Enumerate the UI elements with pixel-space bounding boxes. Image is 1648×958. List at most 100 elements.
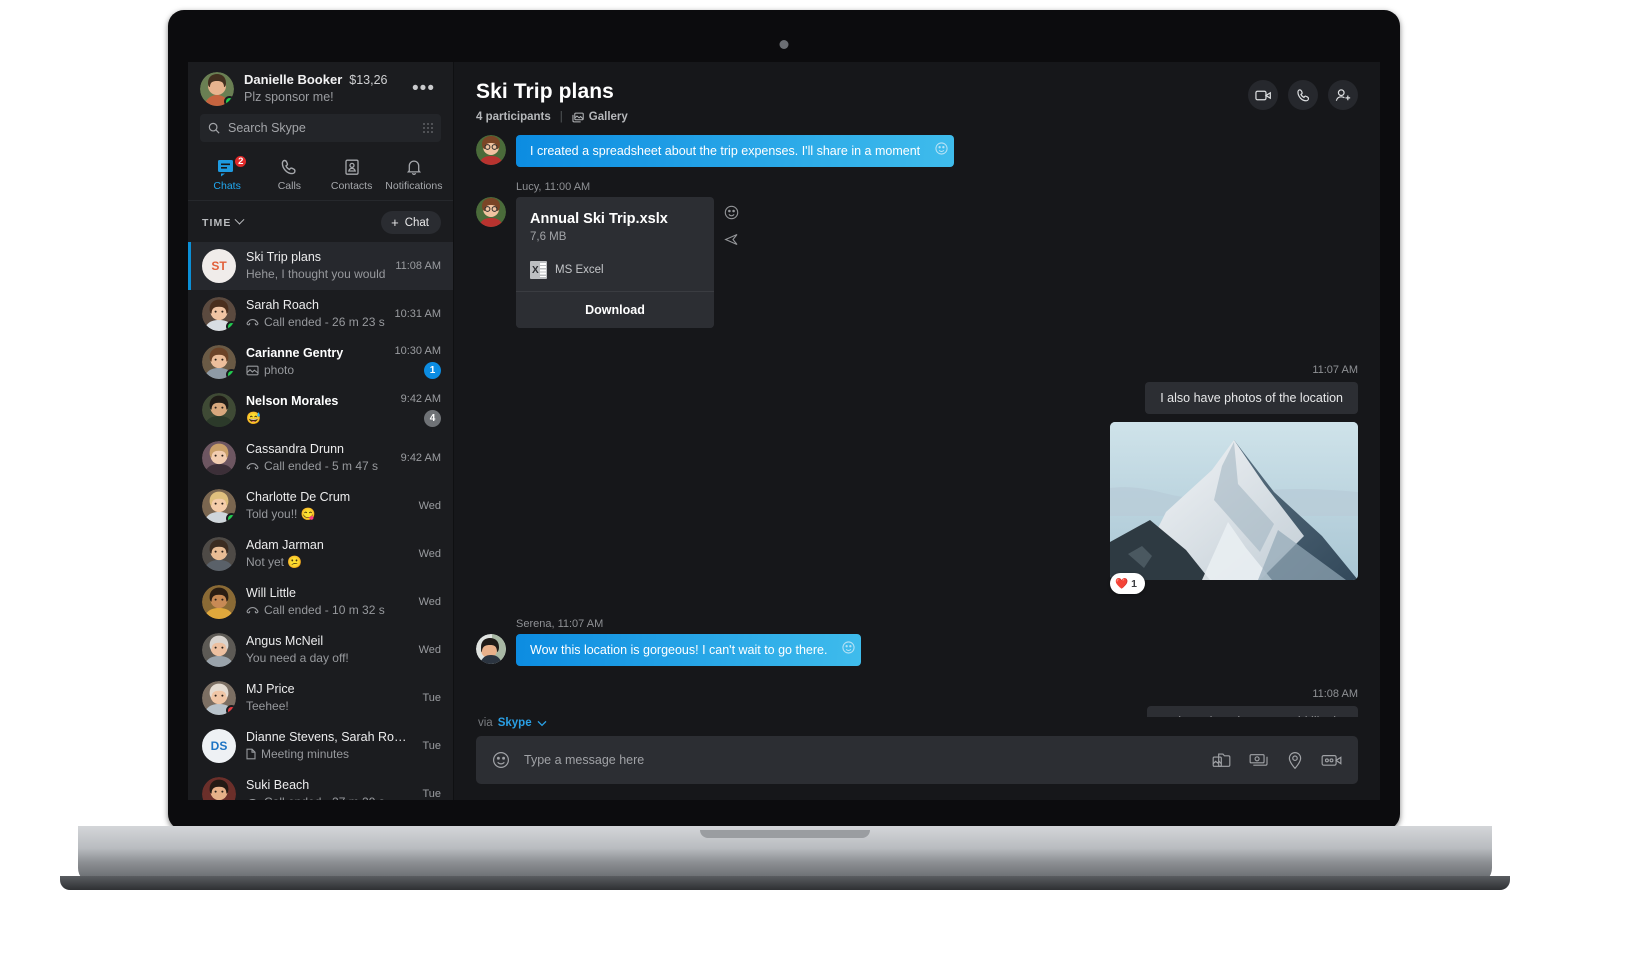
avatar bbox=[202, 441, 236, 475]
message-input[interactable]: Type a message here bbox=[476, 736, 1358, 784]
chat-item-name: Adam Jarman bbox=[246, 538, 324, 553]
tab-contacts[interactable]: Contacts bbox=[321, 152, 383, 200]
avatar bbox=[202, 777, 236, 800]
chat-list-item[interactable]: DS Dianne Stevens, Sarah Roach Meeting min… bbox=[188, 722, 453, 770]
contacts-icon bbox=[321, 158, 383, 178]
conversation-header: Ski Trip plans 4 participants | Gallery bbox=[454, 62, 1380, 133]
unread-badge: 4 bbox=[424, 410, 441, 427]
chat-item-meta: 10:30 AM 1 bbox=[395, 345, 441, 379]
message-bubble[interactable]: I also have photos of the location bbox=[1145, 382, 1358, 414]
chat-item-name: Suki Beach bbox=[246, 778, 310, 793]
chat-list-item[interactable]: Cassandra Drunn Call ended - 5 m 47 s 9:42… bbox=[188, 434, 453, 482]
tab-calls[interactable]: Calls bbox=[258, 152, 320, 200]
file-attachment-card[interactable]: Annual Ski Trip.xslx 7,6 MB X MS Excel D… bbox=[516, 197, 714, 328]
tab-chats[interactable]: 2 Chats bbox=[196, 152, 258, 200]
message-bubble[interactable]: Wow this location is gorgeous! I can't w… bbox=[516, 634, 862, 666]
search-placeholder: Search Skype bbox=[228, 121, 306, 135]
chat-list-item[interactable]: ST Ski Trip plans Hehe, I thought you woul… bbox=[188, 242, 453, 290]
chat-item-time: Tue bbox=[422, 692, 441, 704]
add-people-button[interactable] bbox=[1328, 80, 1358, 110]
chat-item-name: Dianne Stevens, Sarah Roach bbox=[246, 730, 413, 745]
chat-list-item[interactable]: MJ Price Teehee! Tue bbox=[188, 674, 453, 722]
more-options-button[interactable]: ••• bbox=[406, 79, 441, 99]
emoji-icon[interactable] bbox=[492, 751, 510, 769]
message-text: Wow this location is gorgeous! I can't w… bbox=[530, 643, 828, 657]
conversation-panel: Ski Trip plans 4 participants | Gallery … bbox=[454, 62, 1380, 800]
gallery-icon[interactable] bbox=[1212, 752, 1231, 769]
chat-list-item[interactable]: Adam Jarman Not yet 😕 Wed bbox=[188, 530, 453, 578]
chat-list-item[interactable]: Charlotte De Crum Told you!! 😋 Wed bbox=[188, 482, 453, 530]
chat-list-item[interactable]: Sarah Roach Call ended - 26 m 23 s 10:31 A… bbox=[188, 290, 453, 338]
tab-notifications[interactable]: Notifications bbox=[383, 152, 445, 200]
avatar[interactable] bbox=[476, 135, 506, 165]
chat-list-item[interactable]: Nelson Morales 😅 9:42 AM 4 bbox=[188, 386, 453, 434]
chat-item-meta: 9:42 AM 4 bbox=[401, 393, 441, 427]
heart-icon: ❤️ bbox=[1115, 578, 1129, 590]
chat-list-item[interactable]: Suki BeachCall ended - 27 m 29 s Tue bbox=[188, 770, 453, 800]
chat-list-item[interactable]: Carianne Gentry photo 10:30 AM 1 bbox=[188, 338, 453, 386]
chat-item-texts: Sarah Roach Call ended - 26 m 23 s bbox=[246, 297, 385, 330]
message-item: 11:07 AM I also have photos of the locat… bbox=[476, 364, 1358, 414]
search-icon bbox=[208, 122, 220, 134]
message-sender-meta: Serena, 11:07 AM bbox=[516, 618, 604, 630]
dialpad-icon[interactable] bbox=[423, 123, 433, 133]
laptop-camera-icon bbox=[779, 40, 789, 49]
via-service-selector[interactable]: via Skype bbox=[476, 717, 1358, 729]
message-item: Lucy, 10:45 AM I created a spreadsheet a… bbox=[476, 133, 1358, 167]
chat-item-name: Will Little bbox=[246, 586, 297, 601]
chat-list-item[interactable]: Will Little Call ended - 10 m 32 s Wed bbox=[188, 578, 453, 626]
emoji-icon[interactable] bbox=[842, 641, 856, 654]
search-input[interactable]: Search Skype bbox=[200, 114, 441, 142]
forward-icon[interactable] bbox=[724, 232, 739, 247]
profile-row[interactable]: Danielle Booker $13,26 Plz sponsor me! •… bbox=[188, 62, 453, 114]
chat-list-item[interactable]: Angus McNeil You need a day off! Wed bbox=[188, 626, 453, 674]
message-list[interactable]: Lucy, 10:45 AM I created a spreadsheet a… bbox=[454, 133, 1380, 717]
avatar[interactable] bbox=[200, 72, 234, 106]
chat-item-texts: Adam Jarman Not yet 😕 bbox=[246, 537, 409, 570]
avatar[interactable] bbox=[476, 197, 506, 227]
audio-call-button[interactable] bbox=[1288, 80, 1318, 110]
money-icon[interactable] bbox=[1249, 752, 1269, 768]
chat-item-name: Nelson Morales bbox=[246, 394, 339, 409]
chat-item-meta: Wed bbox=[419, 500, 441, 512]
emoji-icon[interactable] bbox=[724, 205, 739, 220]
file-card-body: Annual Ski Trip.xslx 7,6 MB X MS Excel bbox=[516, 197, 714, 291]
laptop-foot bbox=[60, 876, 1510, 890]
location-icon[interactable] bbox=[1287, 751, 1303, 770]
chats-badge: 2 bbox=[233, 154, 249, 169]
chat-item-time: 9:42 AM bbox=[400, 452, 441, 464]
chat-item-preview: Meeting minutes bbox=[246, 746, 412, 762]
sort-by-time-button[interactable]: TIME bbox=[202, 214, 245, 229]
tab-calls-label: Calls bbox=[277, 180, 302, 192]
video-message-icon[interactable] bbox=[1321, 753, 1342, 768]
chat-item-texts: Will Little Call ended - 10 m 32 s bbox=[246, 585, 409, 618]
chat-item-name: MJ Price bbox=[246, 682, 295, 697]
chat-item-texts: Nelson Morales 😅 bbox=[246, 393, 391, 426]
gallery-button[interactable]: Gallery bbox=[572, 111, 628, 123]
chat-item-texts: Dianne Stevens, Sarah Roach Meeting minut… bbox=[246, 729, 412, 762]
video-call-button[interactable] bbox=[1248, 80, 1278, 110]
skype-app-window: Danielle Booker $13,26 Plz sponsor me! •… bbox=[188, 62, 1380, 800]
chat-item-name: Ski Trip plans bbox=[246, 250, 322, 265]
avatar[interactable] bbox=[476, 634, 506, 664]
chat-item-meta: Tue bbox=[422, 788, 441, 800]
call-ended-icon bbox=[246, 798, 259, 800]
avatar bbox=[202, 489, 236, 523]
download-button[interactable]: Download bbox=[516, 291, 714, 328]
presence-indicator bbox=[226, 321, 236, 331]
reaction-badge[interactable]: ❤️ 1 bbox=[1110, 573, 1145, 594]
presence-indicator bbox=[226, 705, 236, 715]
bell-icon bbox=[383, 158, 445, 178]
message-bubble[interactable]: Hehe, I thought you would like it. bbox=[1147, 706, 1358, 717]
photo-attachment[interactable] bbox=[1110, 422, 1358, 580]
document-icon bbox=[246, 748, 256, 760]
message-bubble[interactable]: I created a spreadsheet about the trip e… bbox=[516, 135, 955, 167]
file-size: 7,6 MB bbox=[530, 231, 567, 243]
screenshot-stage: Danielle Booker $13,26 Plz sponsor me! •… bbox=[0, 0, 1648, 958]
chat-item-meta: 11:08 AM bbox=[395, 260, 441, 272]
tab-chats-label: Chats bbox=[213, 180, 241, 192]
participants-count[interactable]: 4 participants bbox=[476, 111, 551, 123]
new-chat-button[interactable]: + Chat bbox=[381, 211, 441, 234]
chat-item-preview: Not yet 😕 bbox=[246, 555, 303, 570]
emoji-icon[interactable] bbox=[935, 142, 948, 155]
